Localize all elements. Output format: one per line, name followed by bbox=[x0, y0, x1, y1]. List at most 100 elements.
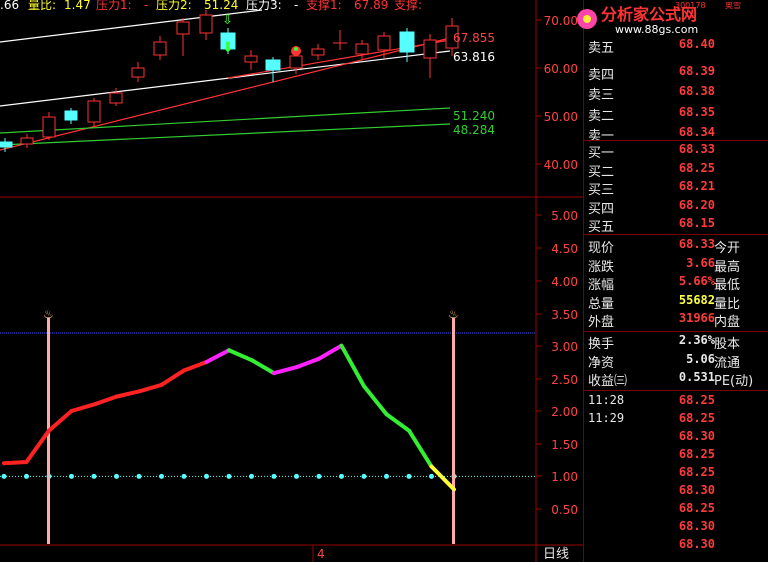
tick-row: 68.25 bbox=[584, 500, 768, 518]
logo-flower-center-icon bbox=[583, 15, 591, 23]
stat-row: 涨幅 5.66% 最低 bbox=[584, 273, 768, 293]
tick-time: 11:29 bbox=[588, 411, 625, 425]
buy-price: 68.20 bbox=[678, 197, 715, 212]
tick-row: 68.30 bbox=[584, 428, 768, 446]
panel-divider bbox=[584, 234, 768, 235]
tick-row: 68.30 bbox=[584, 482, 768, 500]
stat-label: 涨跌 bbox=[588, 259, 615, 275]
stat2-row: 收益㈢ 0.531 PE(动) bbox=[584, 369, 768, 389]
candle bbox=[176, 21, 190, 35]
stat-value: 5.66% bbox=[678, 274, 715, 288]
chart-area[interactable]: .66 量比: 1.47 压力1: - 压力2: 51.24 压力3: - 支撑1: 67.89 支撑… bbox=[0, 0, 583, 562]
svg-text:www.88gs.com: www.88gs.com bbox=[615, 23, 698, 36]
period-label[interactable]: 日线 bbox=[543, 547, 569, 562]
sell-price: 68.34 bbox=[678, 125, 715, 139]
candle bbox=[0, 141, 13, 148]
buy-label: 买一 bbox=[588, 146, 615, 161]
stat-value: 55682 bbox=[678, 292, 715, 307]
stat-label-2: 内盘 bbox=[714, 315, 741, 330]
sell-price: 68.38 bbox=[678, 84, 715, 98]
stat-value: 0.531 bbox=[678, 370, 715, 384]
buy-arrow-icon: ⬇ bbox=[222, 40, 234, 56]
stat-label: 总量 bbox=[588, 296, 615, 312]
indicator-segment bbox=[2, 459, 29, 466]
sell-price: 68.39 bbox=[678, 63, 715, 78]
reference-dot bbox=[24, 473, 29, 479]
tick-price: 68.30 bbox=[678, 429, 715, 443]
sell-label: 卖三 bbox=[588, 88, 615, 103]
stat-value: 68.33 bbox=[678, 237, 715, 251]
indicator-axis-label: 2.00 bbox=[551, 405, 578, 419]
svg-text:300178: 300178 bbox=[675, 2, 706, 10]
indicator-value: - bbox=[294, 0, 298, 12]
candle bbox=[355, 43, 369, 55]
indicator-bar: .66 量比: 1.47 压力1: - 压力2: 51.24 压力3: - 支撑1: 67.89 支撑… bbox=[0, 0, 422, 12]
tick-row: 68.30 bbox=[584, 536, 768, 554]
tick-price: 68.30 bbox=[678, 483, 715, 497]
candle bbox=[109, 92, 123, 104]
sell-row: 卖五 68.40 bbox=[584, 36, 768, 56]
stat-row: 总量 55682 量比 bbox=[584, 292, 768, 312]
price-axis-label: 70.00 bbox=[544, 14, 578, 28]
tick-row: 11:29 68.25 bbox=[584, 410, 768, 428]
reference-dot bbox=[181, 473, 187, 479]
indicator-label: 量比: bbox=[28, 0, 56, 12]
candle bbox=[64, 110, 78, 121]
buy-row: 买二 68.25 bbox=[584, 160, 768, 180]
buy-label: 买三 bbox=[588, 183, 615, 198]
sell-label: 卖二 bbox=[588, 108, 615, 124]
sell-price: 68.35 bbox=[678, 104, 715, 119]
sell-price: 68.40 bbox=[678, 37, 715, 51]
indicator-value: - bbox=[144, 0, 148, 12]
reference-dot bbox=[339, 473, 344, 479]
stat-label: 外盘 bbox=[588, 315, 615, 330]
quote-panel: 分析家公式网 www.88gs.com 300178 奥雪 卖五 68.40 卖四 6… bbox=[577, 0, 768, 562]
stat-row: 现价 68.33 今开 bbox=[584, 236, 768, 256]
panel-divider bbox=[584, 390, 768, 391]
stat-label-2: 最低 bbox=[714, 278, 741, 293]
candle bbox=[377, 35, 391, 51]
stat-value: 2.36% bbox=[678, 333, 715, 347]
reference-dot bbox=[159, 473, 164, 479]
candle bbox=[423, 39, 437, 59]
reference-dot bbox=[204, 473, 209, 479]
indicator-label: 压力3: bbox=[246, 0, 282, 12]
reference-dot bbox=[271, 473, 277, 479]
candle bbox=[199, 14, 213, 34]
reference-dot bbox=[316, 473, 322, 479]
stat-value: 3.66 bbox=[686, 255, 715, 270]
indicator-axis-label: 1.50 bbox=[551, 438, 578, 452]
reference-dot bbox=[406, 473, 412, 479]
reference-dot bbox=[91, 473, 97, 479]
flame-icon: ♨ bbox=[43, 307, 54, 321]
indicator-label: 压力1: bbox=[96, 0, 132, 12]
indicator-axis-label: 5.00 bbox=[551, 209, 578, 223]
stat-label: 换手 bbox=[588, 337, 615, 352]
flame-icon: ♨ bbox=[448, 307, 459, 321]
candle bbox=[42, 116, 56, 138]
candle bbox=[153, 41, 167, 56]
sell-label: 卖四 bbox=[588, 67, 615, 83]
reference-dot bbox=[294, 473, 299, 479]
candle bbox=[265, 59, 281, 71]
stat-row: 外盘 31966 内盘 bbox=[584, 310, 768, 330]
date-label: 4 bbox=[317, 547, 325, 561]
buy-label: 买四 bbox=[588, 201, 615, 217]
tick-price: 68.25 bbox=[678, 501, 715, 515]
buy-row: 买四 68.20 bbox=[584, 197, 768, 217]
tick-price: 68.25 bbox=[678, 447, 715, 461]
reference-dot bbox=[429, 473, 434, 479]
tick-row: 68.25 bbox=[584, 446, 768, 464]
indicator-value: 1.47 bbox=[64, 0, 91, 12]
flower-center-icon bbox=[294, 47, 298, 51]
sell-row: 卖三 68.38 bbox=[584, 83, 768, 103]
down-arrow-icon: ⇩ bbox=[222, 13, 233, 28]
reference-dot bbox=[1, 473, 7, 479]
tick-price: 68.25 bbox=[678, 465, 715, 479]
tick-row: 68.25 bbox=[584, 464, 768, 482]
indicator-value: 51.24 bbox=[204, 0, 238, 12]
indicator-axis-label: 4.50 bbox=[551, 242, 578, 256]
stat2-row: 净资 5.06 流通 bbox=[584, 351, 768, 371]
stat2-row: 换手 2.36% 股本 bbox=[584, 332, 768, 352]
indicator-label: 压力2: bbox=[156, 0, 192, 12]
